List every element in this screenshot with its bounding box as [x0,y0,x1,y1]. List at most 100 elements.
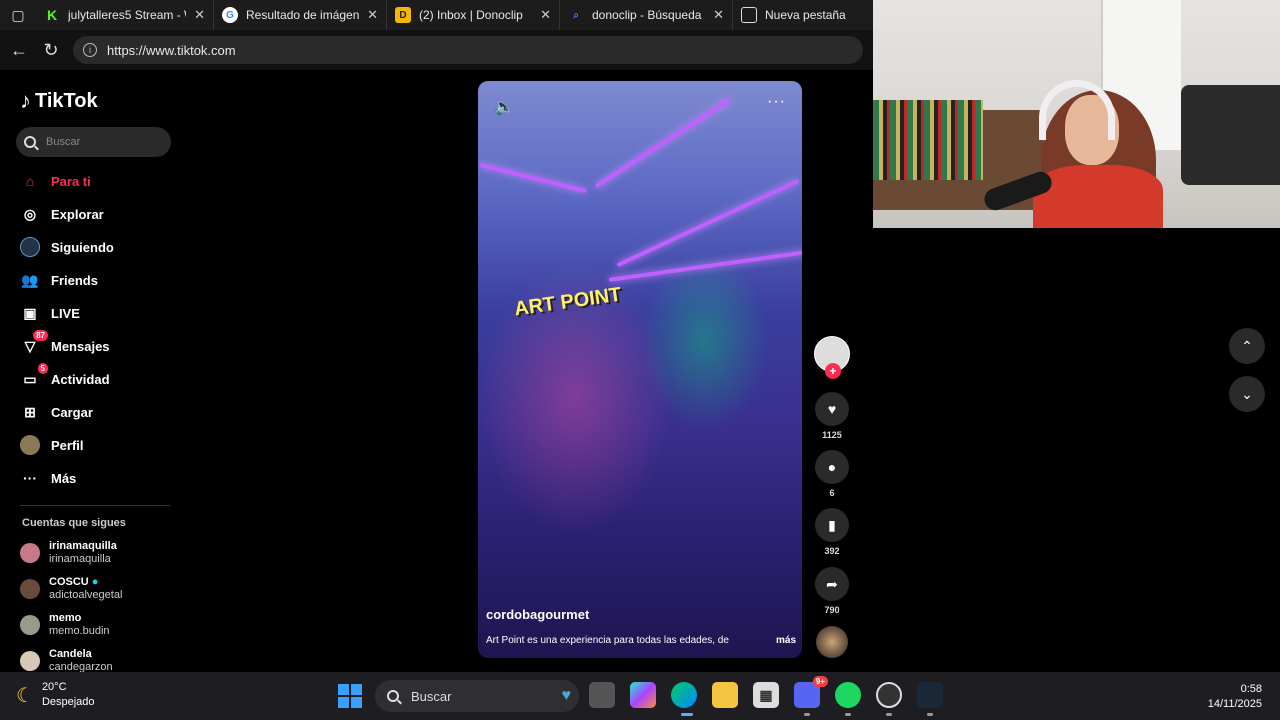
search-icon [387,690,399,702]
tab-kick[interactable]: K julytalleres5 Stream - W ✕ [36,0,214,30]
edge-icon[interactable] [671,682,697,708]
upload-icon: ⊞ [24,403,36,420]
home-icon: ⌂ [25,173,35,189]
tab-actions-icon[interactable]: ▢ [0,0,36,30]
music-disc-icon[interactable] [816,626,848,658]
more-options-icon[interactable]: ··· [767,93,786,111]
system-clock[interactable]: 0:58 14/11/2025 [1208,682,1262,712]
bookmark-icon[interactable]: ▮ [815,508,849,542]
back-arrow-icon[interactable]: ← [3,34,35,66]
tab-google-images[interactable]: G Resultado de imágenes ✕ [214,0,387,30]
profile-icon [20,435,40,455]
nav-friends[interactable]: 👥 Friends [20,267,98,293]
search-icon [24,136,36,148]
address-bar-row: ← ↻ i https://www.tiktok.com [0,30,873,70]
compass-icon: ◎ [23,205,37,222]
tab-donoclip-search[interactable]: ⌕ donoclip - Búsqueda ✕ [560,0,733,30]
heart-icon[interactable]: ♥ [815,392,849,426]
running-indicator [886,713,892,716]
windows-start-icon[interactable] [338,684,362,708]
tiktok-note-icon: ♪ [20,88,31,113]
like-action[interactable]: ♥ 1125 [815,392,849,440]
avatar [20,615,40,635]
creator-avatar[interactable]: + [814,336,850,379]
close-icon[interactable]: ✕ [367,7,378,23]
tab-new-tab[interactable]: Nueva pestaña [733,0,873,30]
close-icon[interactable]: ✕ [540,7,551,23]
url-field[interactable]: i https://www.tiktok.com [73,36,863,64]
close-icon[interactable]: ✕ [713,7,724,23]
nav-cargar[interactable]: ⊞ Cargar [20,399,93,425]
share-icon[interactable]: ➦ [815,567,849,601]
sofa [1181,85,1280,185]
streamer-shirt [1033,165,1163,228]
follow-plus-icon[interactable]: + [825,363,841,379]
tiktok-logo[interactable]: ♪ TikTok [20,88,98,114]
avatar [20,651,40,671]
nav-mas[interactable]: ··· Más [20,465,76,491]
hearts-icon: ♥ [561,687,572,704]
search-input[interactable]: Buscar [16,127,171,157]
following-account[interactable]: Candela candegarzon [20,648,113,674]
windows-taskbar: ☾ 20°C Despejado Buscar ♥ ▦ 9+ 0:58 14/1… [0,672,1280,720]
art-point-sign: ART POINT [512,283,623,321]
messages-badge: 87 [33,330,48,341]
close-icon[interactable]: ✕ [194,7,205,23]
nav-live[interactable]: ▣ LIVE [20,300,80,326]
live-icon: ▣ [23,304,37,321]
more-link[interactable]: más [776,635,796,646]
chevron-up-icon[interactable]: ⌃ [1229,328,1265,364]
weather-widget[interactable]: ☾ 20°C Despejado [16,680,95,710]
share-action[interactable]: ➦ 790 [815,567,849,615]
obs-icon[interactable] [876,682,902,708]
save-action[interactable]: ▮ 392 [815,508,849,556]
following-account[interactable]: irinamaquilla irinamaquilla [20,540,117,566]
moon-icon: ☾ [16,684,34,707]
tiktok-sidebar: ♪ TikTok Buscar ⌂ Para ti ◎ Explorar Sig… [4,70,184,673]
taskbar-search[interactable]: Buscar ♥ [375,680,579,712]
neon-light [594,97,732,189]
copilot-icon[interactable] [630,682,656,708]
verified-icon: ● [91,576,99,588]
messages-icon: ▽ 87 [20,330,48,356]
webcam-overlay [873,0,1280,228]
spotify-icon[interactable] [835,682,861,708]
nav-explorar[interactable]: ◎ Explorar [20,201,104,227]
google-icon: G [222,7,238,23]
friends-icon: 👥 [21,271,39,288]
chevron-down-icon[interactable]: ⌄ [1229,376,1265,412]
following-account[interactable]: COSCU ● adictoalvegetal [20,576,122,602]
nav-para-ti[interactable]: ⌂ Para ti [20,168,91,194]
activity-icon: ▭ 5 [20,363,48,389]
running-indicator [845,713,851,716]
running-indicator [804,713,810,716]
video-caption: Art Point es una experiencia para todas … [486,635,796,646]
nav-siguiendo[interactable]: Siguiendo [20,234,114,260]
avatar [20,579,40,599]
neon-light [479,162,587,194]
video-creator[interactable]: cordobagourmet [486,607,589,622]
tab-donoclip-inbox[interactable]: D (2) Inbox | Donoclip ✕ [387,0,560,30]
volume-icon[interactable]: 🔈 [494,97,514,117]
video-player[interactable]: 🔈 ··· ART POINT cordobagourmet Art Point… [478,81,802,658]
following-account[interactable]: memo memo.budin [20,612,110,638]
following-icon [20,237,40,257]
comment-action[interactable]: ● 6 [815,450,849,498]
running-indicator [927,713,933,716]
nav-perfil[interactable]: Perfil [20,432,84,458]
info-icon[interactable]: i [83,43,97,57]
search-icon: ⌕ [573,9,579,21]
refresh-icon[interactable]: ↻ [35,34,67,66]
activity-badge: 5 [37,363,48,374]
more-icon: ··· [23,470,37,486]
comment-icon[interactable]: ● [815,450,849,484]
discord-icon[interactable]: 9+ [794,676,828,708]
steam-icon[interactable] [917,682,943,708]
nav-mensajes[interactable]: ▽ 87 Mensajes [20,330,110,359]
store-icon[interactable]: ▦ [753,682,779,708]
nav-actividad[interactable]: ▭ 5 Actividad [20,363,110,392]
task-view-icon[interactable] [589,682,615,708]
browser-tab-bar: ▢ K julytalleres5 Stream - W ✕ G Resulta… [0,0,873,30]
file-explorer-icon[interactable] [712,682,738,708]
active-indicator [681,713,693,716]
